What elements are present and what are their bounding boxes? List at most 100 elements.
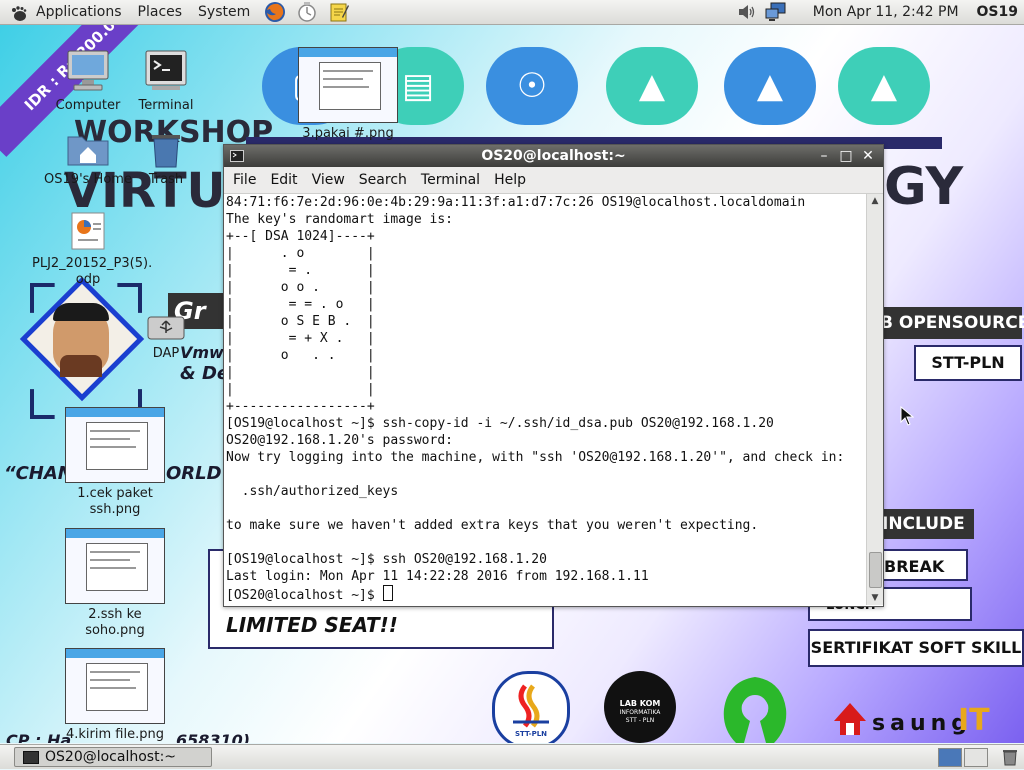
wallpaper-de-text: & De: [180, 363, 230, 384]
taskbar-button-label: OS20@localhost:~: [45, 749, 177, 765]
maximize-button[interactable]: □: [837, 147, 855, 165]
desktop-icon-odp-file[interactable]: PLJ2_20152_P3(5). odp: [32, 209, 153, 288]
network-manager-icon[interactable]: [296, 1, 318, 23]
desktop-icon-label: Terminal: [138, 98, 194, 113]
desktop-icon-kirim-file[interactable]: 4.kirim file.png: [59, 648, 171, 743]
wallpaper-cloud-globe-icon: ☉: [486, 47, 578, 125]
close-button[interactable]: ✕: [859, 147, 877, 165]
terminal-line: Now try logging into the machine, with "…: [226, 450, 845, 465]
wallpaper-open-source-logo: [720, 673, 790, 743]
taskbar-button-terminal[interactable]: OS20@localhost:~: [14, 747, 212, 767]
terminal-line: [OS19@localhost ~]$ ssh-copy-id -i ~/.ss…: [226, 416, 774, 431]
wallpaper-cp-tail-text: 658310): [176, 731, 251, 743]
desktop-icon-cek-paket-ssh[interactable]: 1.cek paket ssh.png: [59, 407, 171, 518]
window-titlebar[interactable]: OS20@localhost:~ – □ ✕: [224, 145, 883, 167]
menu-view[interactable]: View: [305, 172, 352, 188]
trash-icon: [144, 129, 188, 169]
wallpaper-speaker-shirt: [60, 355, 102, 377]
desktop-icon-label: 2.ssh ke soho.png: [85, 607, 145, 638]
scroll-down-arrow-icon[interactable]: ▼: [867, 591, 883, 605]
terminal-window[interactable]: OS20@localhost:~ – □ ✕ File Edit View Se…: [223, 144, 884, 607]
wallpaper-labkom-logo: LAB KOM INFORMATIKA STT - PLN: [604, 671, 676, 743]
wallpaper-cloud-computer-icon: ▲: [724, 47, 816, 125]
terminal-line: Last login: Mon Apr 11 14:22:28 2016 fro…: [226, 569, 649, 584]
places-menu[interactable]: Places: [130, 4, 191, 20]
minimize-button[interactable]: –: [815, 147, 833, 165]
trash-applet-icon[interactable]: [1000, 748, 1020, 766]
user-hostname[interactable]: OS19: [977, 4, 1018, 20]
terminal-menubar: File Edit View Search Terminal Help: [224, 167, 883, 194]
desktop-icon-label: 4.kirim file.png: [66, 727, 164, 742]
terminal-line: +-----------------+: [226, 399, 375, 414]
desktop-icon-label: 1.cek paket ssh.png: [77, 486, 153, 517]
network-status-icon[interactable]: [765, 2, 787, 22]
terminal-line: | = = . o |: [226, 297, 375, 312]
menu-search[interactable]: Search: [352, 172, 414, 188]
workspace-2[interactable]: [964, 748, 988, 767]
terminal-line: to make sure we haven't added extra keys…: [226, 518, 759, 533]
wallpaper-labkom-sub: INFORMATIKA: [619, 709, 661, 716]
presentation-file-icon: [66, 209, 110, 253]
desktop-icon-label: 3.pakai #.png: [302, 126, 394, 141]
terminal-line: | o . . |: [226, 348, 375, 363]
terminal-line: | o S E B . |: [226, 314, 375, 329]
terminal-scrollbar[interactable]: ▲ ▼: [866, 194, 883, 605]
wallpaper-it-text: IT: [958, 703, 990, 738]
terminal-line: | = . |: [226, 263, 375, 278]
text-editor-icon[interactable]: [328, 1, 350, 23]
wallpaper-speaker-hair: [53, 303, 109, 321]
wallpaper-include-box: INCLUDE: [876, 509, 974, 539]
workspace-1[interactable]: [938, 748, 962, 767]
wallpaper-gy-text: GY: [884, 157, 964, 217]
desktop-icon-ssh-ke-soho[interactable]: 2.ssh ke soho.png: [59, 528, 171, 639]
image-thumbnail-icon: [65, 407, 165, 483]
usb-drive-icon: [144, 311, 188, 343]
window-title: OS20@localhost:~: [481, 148, 626, 164]
desktop-icon-terminal[interactable]: Terminal: [110, 47, 222, 114]
wallpaper-sertifikat-box: SERTIFIKAT SOFT SKILL: [808, 629, 1024, 667]
desktop-icon-3-pakai-png[interactable]: 3.pakai #.png: [292, 47, 404, 142]
menu-edit[interactable]: Edit: [263, 172, 304, 188]
system-menu[interactable]: System: [190, 4, 258, 20]
volume-icon[interactable]: [737, 3, 757, 21]
menu-file[interactable]: File: [224, 172, 263, 188]
terminal-output[interactable]: 84:71:f6:7e:2d:96:0e:4b:29:9a:11:3f:a1:d…: [224, 194, 866, 605]
terminal-line: | |: [226, 365, 375, 380]
wallpaper-opensource-box: B OPENSOURCE: [874, 307, 1024, 339]
bottom-panel: OS20@localhost:~: [0, 744, 1024, 769]
wallpaper-orld-text: ORLD: [166, 463, 222, 484]
terminal-line: .ssh/authorized_keys: [241, 484, 399, 499]
top-panel: Applications Places System Mon Apr 11, 2…: [0, 0, 1024, 25]
terminal-line: [OS19@localhost ~]$ ssh OS20@192.168.1.2…: [226, 552, 547, 567]
wallpaper-cloud-folder-icon: ▲: [838, 47, 930, 125]
image-thumbnail-icon: [298, 47, 398, 123]
applications-menu[interactable]: Applications: [0, 4, 130, 22]
wallpaper-cloud-phone-icon: ▲: [606, 47, 698, 125]
terminal-lines: 84:71:f6:7e:2d:96:0e:4b:29:9a:11:3f:a1:d…: [224, 194, 866, 604]
desktop-icon-label: PLJ2_20152_P3(5). odp: [32, 256, 153, 287]
wallpaper-sttpln-box: STT-PLN: [914, 345, 1022, 381]
applications-menu-label: Applications: [36, 4, 122, 20]
terminal-line: | . o |: [226, 246, 375, 261]
wallpaper-labkom-label: LAB KOM: [619, 699, 661, 708]
scrollbar-thumb[interactable]: [869, 552, 882, 588]
desktop-icon-trash[interactable]: Trash: [110, 129, 222, 188]
desktop-icon-label: Trash: [148, 172, 184, 187]
gnome-foot-icon: [10, 6, 28, 22]
mouse-pointer-icon: [900, 405, 915, 426]
terminal-task-icon: [23, 750, 39, 764]
image-thumbnail-icon: [65, 648, 165, 724]
terminal-line: The key's randomart image is:: [226, 212, 453, 227]
menu-terminal[interactable]: Terminal: [414, 172, 487, 188]
desktop-icon-dap[interactable]: DAP: [110, 311, 222, 362]
menu-help[interactable]: Help: [487, 172, 533, 188]
clock[interactable]: Mon Apr 11, 2:42 PM: [813, 4, 959, 20]
terminal-line: +--[ DSA 1024]----+: [226, 229, 375, 244]
computer-icon: [64, 47, 112, 95]
terminal-line: | = + X . |: [226, 331, 375, 346]
scroll-up-arrow-icon[interactable]: ▲: [867, 194, 883, 208]
panel-status-area: Mon Apr 11, 2:42 PM OS19: [737, 0, 1024, 24]
terminal-icon: [142, 47, 190, 95]
firefox-icon[interactable]: [264, 1, 286, 23]
terminal-line: OS20@192.168.1.20's password:: [226, 433, 453, 448]
